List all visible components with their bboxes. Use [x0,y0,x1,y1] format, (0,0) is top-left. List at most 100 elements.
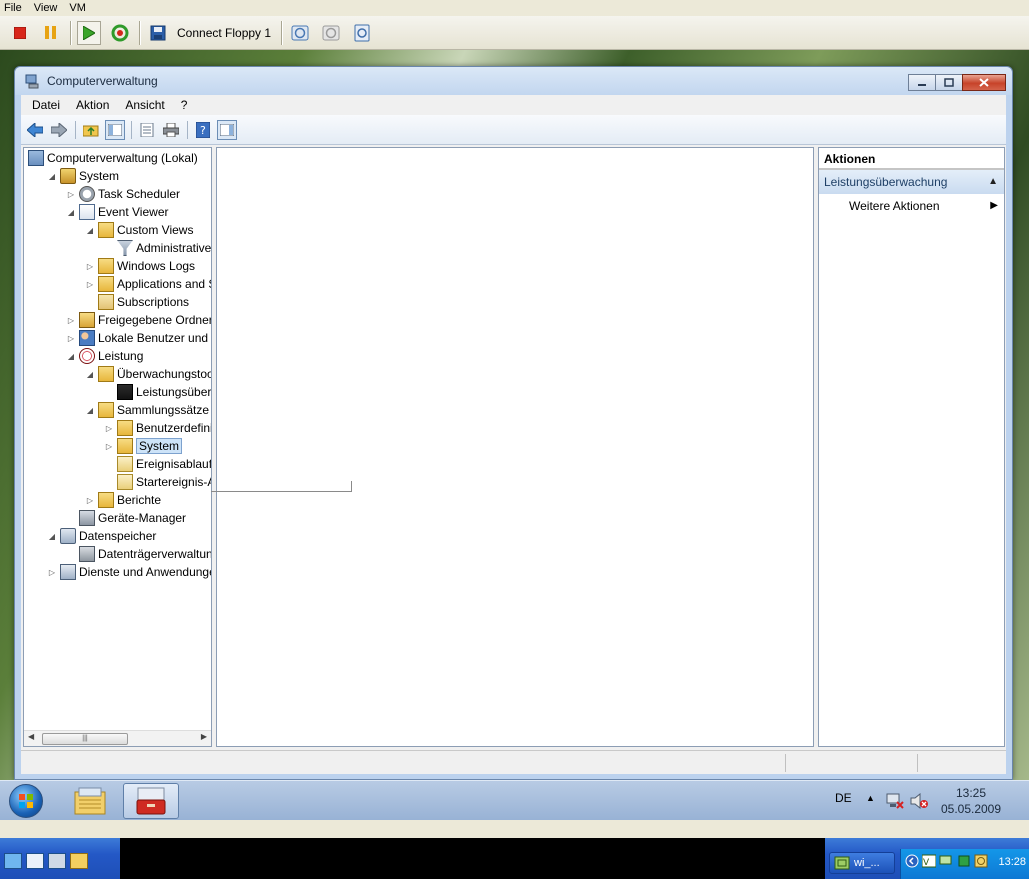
quick-launch-notepad-icon[interactable] [48,853,66,869]
floppy-label[interactable]: Connect Floppy 1 [177,26,271,40]
help-button[interactable]: ? [193,120,213,140]
reset-button[interactable] [108,21,132,45]
floppy-button[interactable] [146,21,170,45]
tree-collapsed-icon[interactable]: ▷ [85,496,95,505]
tree-collapsed-icon[interactable]: ▷ [104,424,114,433]
minimize-button[interactable] [908,74,936,91]
tray-clock-icon[interactable] [974,854,988,868]
tree-node[interactable]: ◢ Custom Views [85,221,193,239]
tree-collapsed-icon[interactable]: ▷ [47,568,57,577]
volume-muted-icon[interactable] [910,793,928,809]
tree-node[interactable]: ▷ Lokale Benutzer und Gr [66,329,211,347]
tree-node[interactable]: ▷ Task Scheduler [66,185,180,203]
tree-node[interactable]: ◢ Sammlungssätze [85,401,209,419]
tree-node[interactable]: Subscriptions [85,293,189,311]
menu-datei[interactable]: Datei [32,98,60,112]
suspend-button[interactable] [39,21,63,45]
scroll-left-icon[interactable]: ◀ [28,732,34,741]
show-hide-action-pane-button[interactable] [217,119,237,140]
tree-collapsed-icon[interactable]: ▷ [66,316,76,325]
tree-node[interactable]: ▷ Freigegebene Ordner [66,311,211,329]
guest-clock[interactable]: 13:25 05.05.2009 [940,785,1002,817]
start-button[interactable] [9,784,43,818]
snapshot-manager-button[interactable] [350,21,374,45]
tree-node[interactable]: ◢ Überwachungstools [85,365,211,383]
tree-node[interactable]: ▷ System [104,437,183,455]
show-hidden-icons-icon[interactable]: ▲ [866,793,875,803]
taskbar-computer-management-button[interactable] [123,783,179,819]
tree-expanded-icon[interactable]: ◢ [47,532,57,541]
back-button[interactable] [25,120,45,140]
tree-node[interactable]: Geräte-Manager [66,509,186,527]
power-off-button[interactable] [8,21,32,45]
revert-snapshot-button[interactable] [319,21,343,45]
tree-node[interactable]: ▷ Applications and Se [85,275,211,293]
tree-expanded-icon[interactable]: ◢ [47,172,57,181]
maximize-button[interactable] [935,74,963,91]
host-menu-vm[interactable]: VM [69,2,86,14]
close-button[interactable] [962,74,1006,91]
collapse-up-icon[interactable]: ▲ [988,170,998,194]
tree-node[interactable]: Startereignis-Ab [104,473,211,491]
tree-collapsed-icon[interactable]: ▷ [85,262,95,271]
tree-node[interactable]: ▷ Benutzerdefinier [104,419,211,437]
tray-vmware-icon[interactable]: V [922,854,936,868]
quick-launch-network-icon[interactable] [4,853,22,869]
forward-button[interactable] [49,120,69,140]
tree-collapsed-icon[interactable]: ▷ [66,334,76,343]
tree-node[interactable]: ◢ Leistung [66,347,143,365]
quick-launch-document-icon[interactable] [26,853,44,869]
network-icon[interactable] [886,793,904,809]
scrollbar-thumb[interactable]: ||| [42,733,128,745]
host-menu-file[interactable]: File [4,2,22,14]
tree-node[interactable]: ▷ Windows Logs [85,257,195,275]
tree-node-label: Datenspeicher [79,529,157,543]
snapshot-button[interactable] [288,21,312,45]
tree-expanded-icon[interactable]: ◢ [66,208,76,217]
up-one-level-button[interactable] [81,120,101,140]
tree-expanded-icon[interactable]: ◢ [66,352,76,361]
scroll-right-icon[interactable]: ▶ [201,732,207,741]
host-menu-view[interactable]: View [34,2,58,14]
tree-node[interactable]: ▷ Dienste und Anwendungen [47,563,211,581]
menu-help[interactable]: ? [181,98,188,112]
tray-green-icon[interactable] [957,854,971,868]
toolbar-separator [187,120,188,139]
tree-node[interactable]: ◢ Event Viewer [66,203,168,221]
tree-node[interactable]: Computerverwaltung (Lokal) [28,149,198,167]
print-button[interactable] [161,120,181,140]
power-on-button[interactable] [77,20,101,45]
host-task-button-vm[interactable]: wi_... [829,852,895,874]
export-list-button[interactable] [137,120,157,140]
more-actions-item[interactable]: Weitere Aktionen ▶ [819,194,1004,218]
tree-collapsed-icon[interactable]: ▷ [104,442,114,451]
tree-node[interactable]: Datenträgerverwaltung [66,545,211,563]
host-clock[interactable]: 13:28 [998,856,1026,868]
tray-back-icon[interactable] [905,854,919,868]
menu-aktion[interactable]: Aktion [76,98,109,112]
tree-node[interactable]: Administrative E [104,239,211,257]
language-indicator[interactable]: DE [835,791,852,805]
tree-node[interactable]: ▷ Berichte [85,491,161,509]
quick-launch-folder-icon[interactable] [70,853,88,869]
tree-collapsed-icon[interactable]: ▷ [85,280,95,289]
show-hide-console-tree-button[interactable] [105,119,125,140]
filter-icon [117,240,133,256]
tray-network-icon[interactable] [939,854,953,868]
tree-expanded-icon[interactable]: ◢ [85,406,95,415]
tree-collapsed-icon[interactable]: ▷ [66,190,76,199]
computer-management-icon [25,74,39,89]
tree-node[interactable]: Leistungsüberwa [104,383,211,401]
toolbar-separator [75,120,76,139]
menu-ansicht[interactable]: Ansicht [125,98,164,112]
tree-expanded-icon[interactable]: ◢ [85,370,95,379]
folder-system-icon [117,438,133,454]
tree-expanded-icon[interactable]: ◢ [85,226,95,235]
tree-node[interactable]: Ereignisablaufve [104,455,211,473]
tree-node[interactable]: ◢ Datenspeicher [47,527,156,545]
tree-horizontal-scrollbar[interactable]: ◀ ||| ▶ [24,730,211,746]
window-titlebar[interactable]: Computerverwaltung [15,67,1012,95]
actions-section-header[interactable]: Leistungsüberwachung ▲ [819,170,1004,194]
tree-node[interactable]: ◢ System [47,167,119,185]
taskbar-explorer-button[interactable] [62,783,118,819]
